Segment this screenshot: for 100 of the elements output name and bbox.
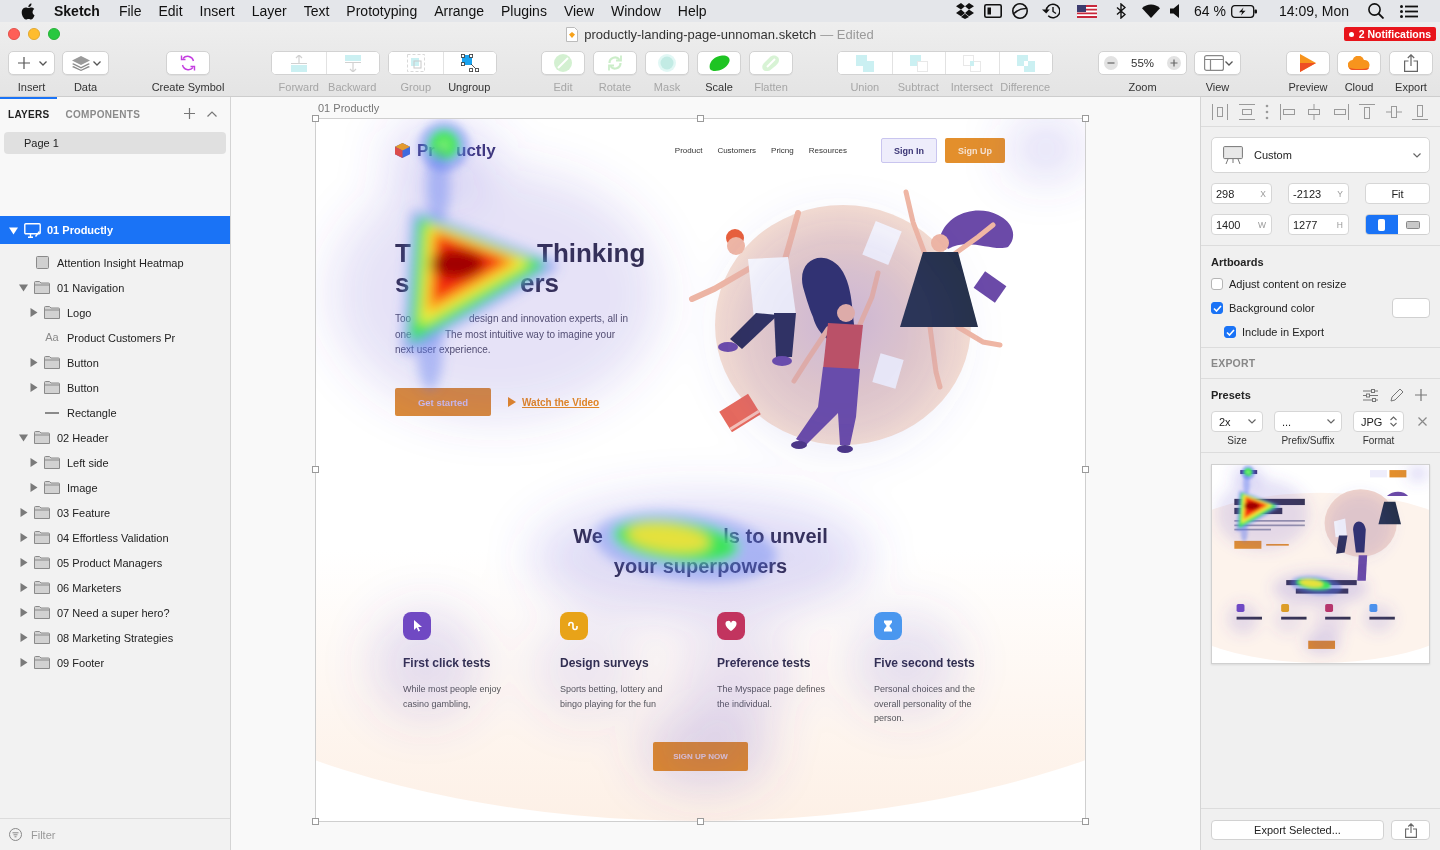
tree-item[interactable]: 05 Product Managers	[0, 550, 230, 575]
align-vertical-center-icon[interactable]	[1385, 103, 1402, 120]
disclosure-triangle-icon[interactable]	[28, 308, 38, 317]
speaker-icon[interactable]	[1170, 4, 1179, 18]
search-icon[interactable]	[1368, 3, 1384, 19]
select-field[interactable]: 2x	[1211, 411, 1263, 432]
tree-item[interactable]: 07 Need a super hero?	[0, 600, 230, 625]
tree-item[interactable]: Button	[0, 350, 230, 375]
align-top-icon[interactable]	[1359, 103, 1375, 120]
toolbar-dropdown[interactable]	[1194, 51, 1241, 75]
window-close-button[interactable]	[8, 28, 20, 40]
menu-item[interactable]: View	[563, 3, 594, 19]
menu-clock[interactable]: 14:09, Mon	[1278, 3, 1349, 19]
disclosure-triangle-icon[interactable]	[18, 608, 28, 617]
nav-link[interactable]: Customers	[717, 146, 757, 155]
tree-item[interactable]: Aa Product Customers Pr	[0, 325, 230, 350]
color-swatch[interactable]	[1392, 298, 1430, 318]
tree-item[interactable]: Button	[0, 375, 230, 400]
minus-icon[interactable]	[1104, 56, 1118, 70]
checkbox[interactable]	[1211, 278, 1223, 290]
app-menu[interactable]: Sketch	[54, 3, 100, 19]
window-minimize-button[interactable]	[28, 28, 40, 40]
battery-icon[interactable]	[1230, 4, 1257, 18]
preset-dropdown[interactable]: Custom	[1211, 137, 1430, 173]
resize-handle[interactable]	[312, 818, 319, 825]
share-button[interactable]	[1391, 820, 1430, 840]
plus-icon[interactable]	[1167, 56, 1181, 70]
page-item[interactable]: Page 1	[4, 132, 226, 154]
close-icon[interactable]	[1418, 417, 1427, 426]
checkbox[interactable]	[1224, 326, 1236, 338]
menu-item[interactable]: Help	[677, 3, 707, 19]
chevron-up-icon[interactable]	[207, 110, 217, 117]
align-horizontal-center-icon[interactable]	[1306, 103, 1322, 120]
disclosure-triangle-icon[interactable]	[28, 383, 38, 392]
tree-item[interactable]: Logo	[0, 300, 230, 325]
tree-item[interactable]: 01 Productly	[0, 216, 230, 244]
toolbar-dropdown[interactable]	[8, 51, 55, 75]
toolbar-button[interactable]	[1337, 51, 1381, 75]
disclosure-triangle-icon[interactable]	[28, 358, 38, 367]
toolbar-button[interactable]	[166, 51, 210, 75]
disclosure-triangle-icon[interactable]	[18, 558, 28, 567]
disclosure-triangle-icon[interactable]	[28, 458, 38, 467]
menu-item[interactable]: Plugins	[501, 3, 547, 19]
resize-handle[interactable]	[697, 818, 704, 825]
number-field[interactable]: 298 X	[1211, 183, 1272, 204]
number-field[interactable]: 1400 W	[1211, 214, 1272, 235]
disclosure-triangle-icon[interactable]	[18, 633, 28, 642]
tree-item[interactable]: 01 Navigation	[0, 275, 230, 300]
toolbar-button[interactable]	[1286, 51, 1330, 75]
orientation-button[interactable]	[1366, 215, 1398, 234]
menu-item[interactable]: Insert	[199, 3, 235, 19]
disclosure-triangle-icon[interactable]	[18, 433, 28, 442]
tree-item[interactable]: Left side	[0, 450, 230, 475]
apple-icon[interactable]	[21, 2, 35, 20]
sliders-icon[interactable]	[1363, 388, 1378, 402]
tree-item[interactable]: 02 Header	[0, 425, 230, 450]
tree-item[interactable]: 04 Effortless Validation	[0, 525, 230, 550]
menu-item[interactable]: Arrange	[434, 3, 484, 19]
tree-item[interactable]: Image	[0, 475, 230, 500]
sign-in-button[interactable]: Sign In	[881, 138, 937, 163]
menu-item[interactable]: Edit	[158, 3, 183, 19]
flag-icon[interactable]	[1077, 4, 1097, 18]
plus-icon[interactable]	[184, 108, 195, 119]
bluetooth-icon[interactable]	[1116, 3, 1126, 19]
checkbox[interactable]	[1211, 302, 1223, 314]
resize-handle[interactable]	[312, 115, 319, 122]
toolbar-dropdown[interactable]	[62, 51, 109, 75]
tree-item[interactable]: 09 Footer	[0, 650, 230, 675]
toolbar-button[interactable]	[442, 52, 496, 74]
disclosure-triangle-icon[interactable]	[18, 508, 28, 517]
resize-handle[interactable]	[1082, 818, 1089, 825]
pen-icon[interactable]	[1390, 388, 1403, 402]
artboard-title[interactable]: 01 Productly	[318, 100, 380, 116]
stepper-field[interactable]: JPG	[1353, 411, 1404, 432]
fit-button[interactable]: Fit	[1365, 183, 1430, 204]
menu-item[interactable]: Prototyping	[346, 3, 418, 19]
tree-item[interactable]: Attention Insight Heatmap	[0, 250, 230, 275]
export-selected-button[interactable]: Export Selected...	[1211, 820, 1384, 840]
circle-slash-icon[interactable]	[1012, 3, 1028, 19]
align-bottom-icon[interactable]	[1412, 103, 1428, 120]
disclosure-triangle-icon[interactable]	[18, 533, 28, 542]
select-field[interactable]: ...	[1274, 411, 1342, 432]
window-zoom-button[interactable]	[48, 28, 60, 40]
diamond-cluster-icon[interactable]	[956, 3, 974, 19]
menu-item[interactable]: Window	[611, 3, 661, 19]
resize-handle[interactable]	[1082, 466, 1089, 473]
notifications-badge[interactable]: 2 Notifications	[1343, 27, 1436, 41]
disclosure-triangle-icon[interactable]	[8, 225, 18, 235]
number-field[interactable]: 1277 H	[1288, 214, 1349, 235]
distribute-horizontal-icon[interactable]	[1212, 103, 1228, 120]
distribute-vertical-icon[interactable]	[1238, 103, 1255, 120]
wifi-icon[interactable]	[1142, 4, 1160, 18]
nav-link[interactable]: Pricng	[771, 146, 794, 155]
filter-icon[interactable]	[9, 828, 22, 841]
toolbar-button[interactable]	[1389, 51, 1433, 75]
number-field[interactable]: -2123 Y	[1288, 183, 1349, 204]
vertical-dots-icon[interactable]	[1265, 103, 1269, 120]
align-right-icon[interactable]	[1332, 103, 1349, 120]
align-left-icon[interactable]	[1279, 103, 1296, 120]
resize-handle[interactable]	[1082, 115, 1089, 122]
